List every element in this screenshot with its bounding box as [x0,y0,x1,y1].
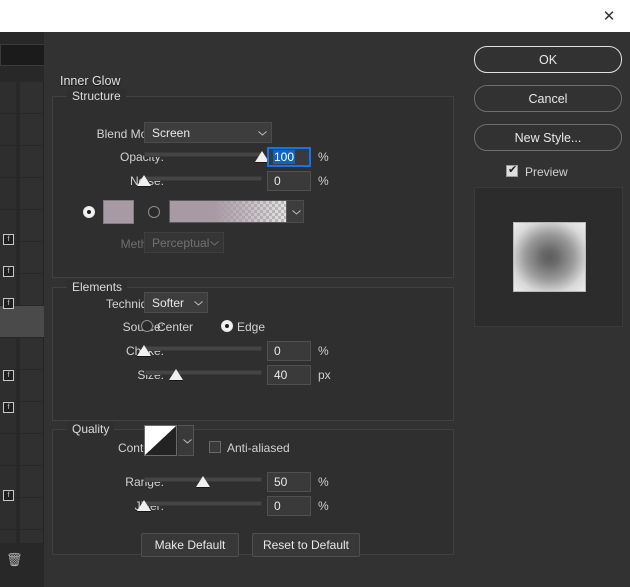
fx-icon: f [3,370,14,381]
fill-type-gradient-radio[interactable] [148,206,160,218]
chevron-down-icon [183,438,192,444]
size-value: 40 [274,368,288,382]
elements-group-label: Elements [67,280,128,294]
opacity-slider-track [144,152,262,157]
noise-slider-thumb[interactable] [137,175,151,186]
range-slider-thumb[interactable] [196,476,210,487]
contour-thumbnail[interactable] [144,425,177,456]
close-icon[interactable]: ✕ [596,5,622,27]
size-slider-thumb[interactable] [168,369,183,380]
method-value: Perceptual [152,235,210,250]
gradient-preview[interactable] [169,200,287,223]
fx-icon: f [3,298,14,309]
list-item-selected[interactable] [0,306,44,338]
list-item[interactable] [0,338,44,370]
chevron-down-icon [194,300,203,306]
chevron-down-icon [292,209,301,215]
size-slider-track [144,370,262,375]
jitter-value: 0 [274,499,281,513]
ok-button[interactable]: OK [474,46,622,73]
jitter-slider[interactable] [137,496,262,512]
cancel-button[interactable]: Cancel [474,85,622,112]
blend-mode-value: Screen [152,125,191,140]
list-item[interactable] [0,146,44,178]
glow-color-swatch[interactable] [103,200,134,224]
source-edge-radio[interactable] [221,320,233,332]
reset-to-default-button[interactable]: Reset to Default [252,533,360,557]
noise-slider-track [144,176,262,181]
opacity-value: 100 [273,150,296,164]
choke-slider[interactable] [137,341,262,357]
preview-checkbox[interactable] [506,163,518,177]
layer-style-dialog-body: Inner Glow Structure Blend Mode: Screen … [44,32,630,587]
fx-icon: f [3,266,14,277]
noise-input[interactable]: 0 [267,171,311,191]
photoshop-layer-style-dialog: f f f f f f 🗑 Inner Glow Structure Blend… [0,0,630,587]
source-center-radio[interactable] [141,320,153,332]
effects-list: f f f f f f [0,82,44,543]
structure-group-label: Structure [67,89,126,103]
list-item[interactable] [0,82,44,114]
list-item[interactable] [0,178,44,210]
list-item[interactable] [0,114,44,146]
fx-icon: f [3,234,14,245]
noise-value: 0 [274,174,281,188]
jitter-input[interactable]: 0 [267,496,311,516]
range-unit: % [318,475,329,489]
preview-thumbnail [474,187,623,327]
size-unit: px [318,368,331,382]
range-slider[interactable] [144,472,262,488]
fx-icon: f [3,490,14,501]
contour-picker-button[interactable] [178,425,194,456]
noise-slider[interactable] [137,171,262,187]
list-item[interactable] [0,498,44,530]
choke-slider-track [144,346,262,351]
jitter-slider-track [144,501,262,506]
opacity-input[interactable]: 100 [267,147,311,167]
fx-icon: f [3,402,14,413]
noise-unit: % [318,174,329,188]
range-value: 50 [274,475,288,489]
jitter-unit: % [318,499,329,513]
opacity-unit: % [318,150,329,164]
choke-slider-thumb[interactable] [137,345,151,356]
anti-aliased-label[interactable]: Anti-aliased [227,441,327,455]
source-edge-label[interactable]: Edge [237,320,287,334]
technique-value: Softer [152,295,185,310]
choke-unit: % [318,344,329,358]
method-select: Perceptual [144,232,224,253]
technique-select[interactable]: Softer [144,292,208,313]
preview-label[interactable]: Preview [525,165,595,179]
choke-input[interactable]: 0 [267,341,311,361]
chevron-down-icon [210,240,219,246]
range-input[interactable]: 50 [267,472,311,492]
new-style-button[interactable]: New Style... [474,124,622,151]
make-default-button[interactable]: Make Default [141,533,239,557]
anti-aliased-checkbox[interactable] [209,441,221,453]
size-slider[interactable] [144,365,262,381]
choke-value: 0 [274,344,281,358]
list-item[interactable] [0,434,44,466]
window-titlebar: ✕ [0,0,630,32]
blend-mode-select[interactable]: Screen [144,122,272,143]
opacity-slider[interactable] [144,147,269,163]
gradient-picker-button[interactable] [287,200,304,223]
quality-group-label: Quality [67,422,115,436]
chevron-down-icon [258,130,267,136]
trash-icon[interactable]: 🗑 [6,552,23,568]
source-center-label[interactable]: Center [157,320,217,334]
size-input[interactable]: 40 [267,365,311,385]
fill-type-color-radio[interactable] [83,206,95,218]
jitter-slider-thumb[interactable] [137,500,151,511]
page-title: Inner Glow [60,74,121,88]
preview-artwork [513,222,586,292]
